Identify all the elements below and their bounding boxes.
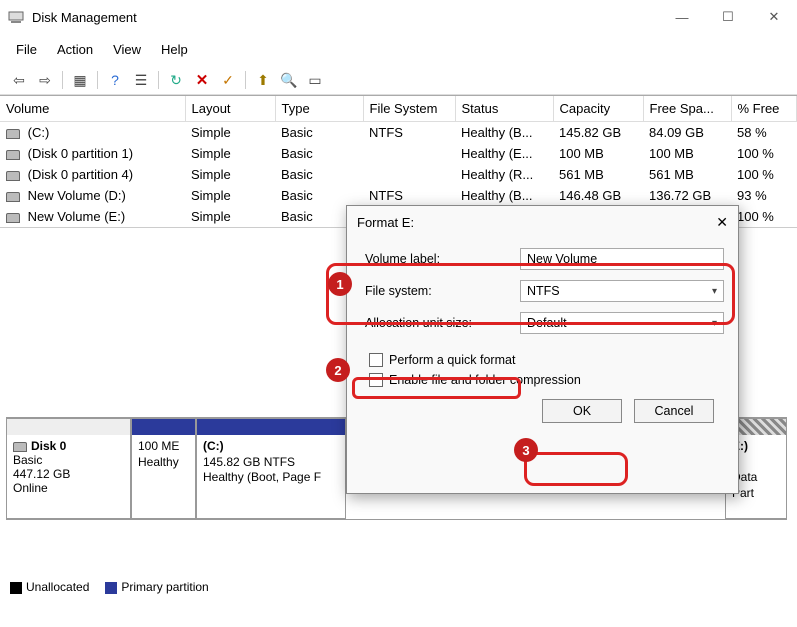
legend-swatch-primary xyxy=(105,582,117,594)
menu-action[interactable]: Action xyxy=(49,38,101,61)
window-title: Disk Management xyxy=(32,10,137,25)
chevron-down-icon: ▾ xyxy=(712,286,717,297)
separator xyxy=(62,71,63,89)
list-view-icon[interactable]: ☰ xyxy=(130,69,152,91)
col-filesystem[interactable]: File System xyxy=(363,96,455,122)
col-volume[interactable]: Volume xyxy=(0,96,185,122)
close-button[interactable]: ✕ xyxy=(751,1,797,33)
minimize-button[interactable]: — xyxy=(659,1,705,33)
disk-summary[interactable]: Disk 0 Basic 447.12 GB Online xyxy=(6,418,131,519)
maximize-button[interactable]: ☐ xyxy=(705,1,751,33)
col-free[interactable]: Free Spa... xyxy=(643,96,731,122)
upload-icon[interactable]: ⬆ xyxy=(252,69,274,91)
details-view-icon[interactable]: ▦ xyxy=(69,69,91,91)
refresh-icon[interactable]: ↻ xyxy=(165,69,187,91)
legend: Unallocated Primary partition xyxy=(10,580,209,594)
checkbox-icon xyxy=(369,373,383,387)
table-row[interactable]: (C:)SimpleBasicNTFSHealthy (B...145.82 G… xyxy=(0,122,797,144)
titlebar: Disk Management — ☐ ✕ xyxy=(0,0,797,34)
forward-icon[interactable]: ⇨ xyxy=(34,69,56,91)
help-icon[interactable]: ? xyxy=(104,69,126,91)
file-system-select[interactable]: NTFS▾ xyxy=(520,280,724,302)
ok-button[interactable]: OK xyxy=(542,399,622,423)
table-row[interactable]: New Volume (D:)SimpleBasicNTFSHealthy (B… xyxy=(0,185,797,206)
table-header-row: Volume Layout Type File System Status Ca… xyxy=(0,96,797,122)
allocation-unit-select[interactable]: Default▾ xyxy=(520,312,724,334)
toolbar: ⇦ ⇨ ▦ ? ☰ ↻ ✕ ✓ ⬆ 🔍 ▭ xyxy=(0,65,797,95)
chevron-down-icon: ▾ xyxy=(712,318,717,329)
separator xyxy=(158,71,159,89)
dialog-titlebar[interactable]: Format E: ✕ xyxy=(347,206,738,239)
disk-icon: Disk 0 xyxy=(13,439,124,453)
partition-block[interactable]: 100 MEHealthy xyxy=(131,418,196,519)
separator xyxy=(97,71,98,89)
menu-file[interactable]: File xyxy=(8,38,45,61)
cancel-button[interactable]: Cancel xyxy=(634,399,714,423)
volume-label-label: Volume label: xyxy=(365,252,520,266)
window-controls: — ☐ ✕ xyxy=(659,1,797,33)
dialog-close-icon[interactable]: ✕ xyxy=(716,214,728,231)
window-icon[interactable]: ▭ xyxy=(304,69,326,91)
table-row[interactable]: (Disk 0 partition 4)SimpleBasicHealthy (… xyxy=(0,164,797,185)
file-system-label: File system: xyxy=(365,284,520,298)
menu-view[interactable]: View xyxy=(105,38,149,61)
delete-icon[interactable]: ✕ xyxy=(191,69,213,91)
col-layout[interactable]: Layout xyxy=(185,96,275,122)
allocation-unit-label: Allocation unit size: xyxy=(365,316,520,330)
search-icon[interactable]: 🔍 xyxy=(278,69,300,91)
volume-label-input[interactable]: New Volume xyxy=(520,248,724,270)
col-capacity[interactable]: Capacity xyxy=(553,96,643,122)
format-dialog: Format E: ✕ Volume label: New Volume Fil… xyxy=(346,205,739,494)
back-icon[interactable]: ⇦ xyxy=(8,69,30,91)
app-icon xyxy=(8,9,24,25)
separator xyxy=(245,71,246,89)
quick-format-checkbox[interactable]: Perform a quick format xyxy=(369,353,724,367)
legend-swatch-unallocated xyxy=(10,582,22,594)
col-type[interactable]: Type xyxy=(275,96,363,122)
checkbox-icon xyxy=(369,353,383,367)
menu-help[interactable]: Help xyxy=(153,38,196,61)
partition-block[interactable]: (C:)145.82 GB NTFSHealthy (Boot, Page F xyxy=(196,418,346,519)
menubar: File Action View Help xyxy=(0,34,797,65)
compression-checkbox[interactable]: Enable file and folder compression xyxy=(369,373,724,387)
col-pctfree[interactable]: % Free xyxy=(731,96,797,122)
col-status[interactable]: Status xyxy=(455,96,553,122)
dialog-title: Format E: xyxy=(357,215,414,230)
properties-icon[interactable]: ✓ xyxy=(217,69,239,91)
table-row[interactable]: (Disk 0 partition 1)SimpleBasicHealthy (… xyxy=(0,143,797,164)
